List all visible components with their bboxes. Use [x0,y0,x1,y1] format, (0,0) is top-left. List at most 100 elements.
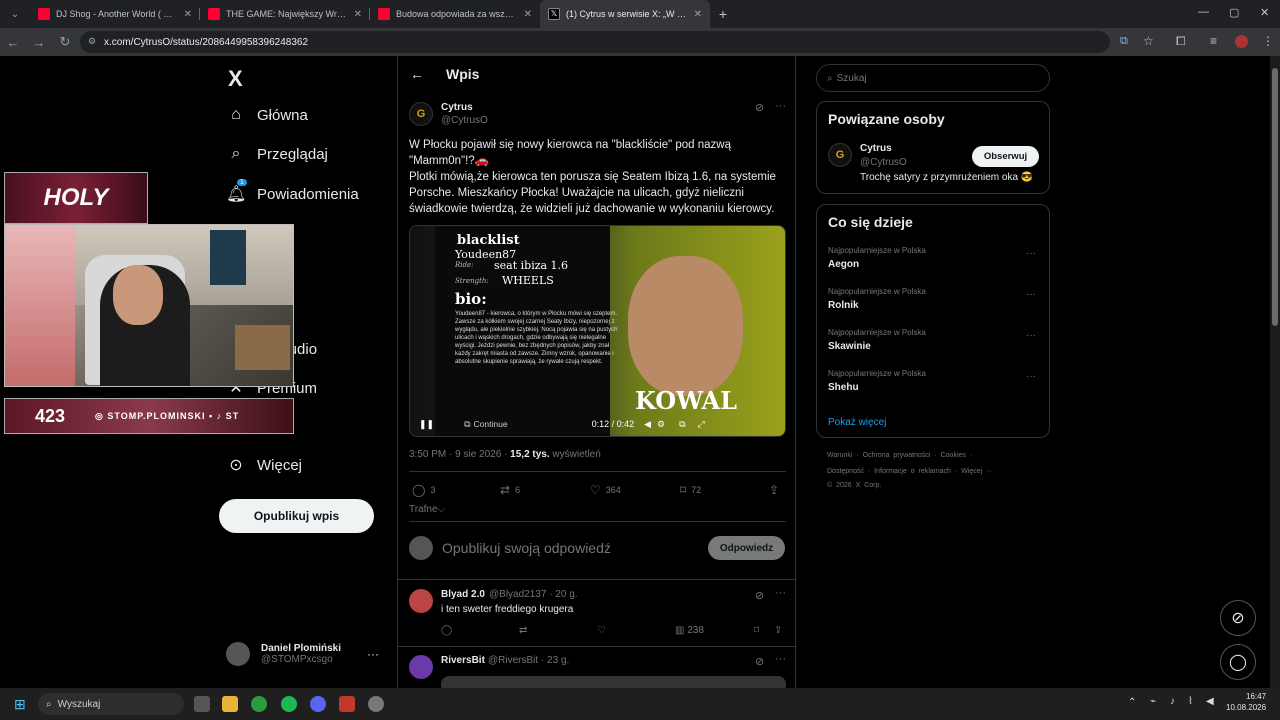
task-view-icon[interactable] [194,696,210,712]
grok-icon[interactable]: ⊘ [755,101,764,114]
trend-item[interactable]: Shehu [828,382,859,393]
reply-author[interactable]: Blyad 2.0 [441,589,485,600]
avatar[interactable]: G [409,102,433,126]
reply-input[interactable]: Opublikuj swoją odpowiedź [442,540,611,556]
translate-icon[interactable]: ⧉ [1120,35,1128,48]
more-icon[interactable]: ··· [1026,248,1036,259]
reply-action[interactable]: ◯ 3 [412,483,435,497]
like-action[interactable]: ♡ 364 [590,483,621,497]
nav-notifications[interactable]: 🔔︎ 1 Powiadomienia [226,179,359,204]
minimize-icon[interactable]: — [1198,6,1209,18]
fullscreen-icon[interactable]: ⤢ [698,419,705,430]
forward-icon[interactable]: → [26,35,52,50]
nav-explore[interactable]: ⌕ Przeglądaj [226,145,328,163]
pause-icon[interactable]: ❚❚ [419,419,434,430]
close-icon[interactable]: ✕ [694,9,702,20]
browser-tab-2[interactable]: THE GAME: Największy Wrogowie... ✕ [200,0,370,28]
heart-icon[interactable]: ♡ [597,625,606,636]
bookmark-star-icon[interactable]: ☆ [1143,34,1154,48]
file-explorer-icon[interactable] [222,696,238,712]
windows-start-icon[interactable]: ⊞ [14,696,26,713]
clock[interactable]: 16:47 10.08.2026 [1226,691,1266,713]
repost-icon[interactable]: ⇄ [519,625,527,636]
scrollbar[interactable] [1270,56,1280,688]
chrome-icon[interactable] [251,696,267,712]
tweet-time[interactable]: 3:50 PM · 9 sie 2026 · [409,449,510,460]
extensions-icon[interactable]: ⧠ [1176,34,1186,49]
follow-button[interactable]: Obserwuj [972,146,1039,167]
show-more-link[interactable]: Pokaż więcej [828,417,886,428]
repost-action[interactable]: ⇄ 6 [500,483,520,497]
reply-handle[interactable]: @Blyad2137 · 20 g. [489,589,578,600]
volume-icon[interactable]: ◀ [644,419,651,430]
close-icon[interactable]: ✕ [354,9,362,20]
window-close-icon[interactable]: ✕ [1260,6,1269,19]
views-action[interactable]: ▥ 238 [675,625,704,636]
more-icon[interactable]: ··· [1026,289,1036,300]
messages-fab-icon[interactable]: ◯ [1220,644,1256,680]
related-name[interactable]: Cytrus [860,143,892,154]
account-switcher[interactable]: Daniel Plomiński @STOMPxcsgo ··· [226,642,379,666]
close-icon[interactable]: ✕ [184,9,192,20]
site-info-icon[interactable]: ⚙ [88,36,96,47]
tab-search-icon[interactable]: ⌄ [0,9,30,20]
volume-icon[interactable]: ◀ [1206,696,1214,707]
browser-tab-4[interactable]: 𝕏 (1) Cytrus w serwisie X: „W P... ✕ [540,0,710,28]
avatar[interactable] [409,589,433,613]
more-icon[interactable]: ··· [775,587,786,599]
address-bar[interactable]: ⚙ x.com/CytrusO/status/20864499583962483… [80,31,1110,53]
avatar[interactable]: G [828,143,852,167]
nav-home[interactable]: ⌂ Główna [226,106,308,124]
network-icon[interactable]: ⌁ [1150,696,1156,707]
back-icon[interactable]: ← [0,35,26,50]
tweet-handle[interactable]: @CytrusO [441,115,488,126]
settings-icon[interactable]: ⚙ [657,419,665,430]
reply-media[interactable] [441,676,786,688]
app-icon[interactable] [339,696,355,712]
tweet-video[interactable]: blacklist Youdeen87 Ride: seat ibiza 1.6… [409,225,786,437]
browser-tab-3[interactable]: Budowa odpowiada za wszystko... ✕ [370,0,540,28]
new-tab-button[interactable]: + [710,6,736,22]
more-icon[interactable]: ··· [1026,330,1036,341]
more-icon[interactable]: ··· [775,653,786,665]
more-icon[interactable]: ··· [1026,371,1036,382]
bookmark-icon[interactable]: ⌑ [754,625,759,636]
more-icon[interactable]: ··· [367,647,379,661]
footer-links[interactable]: Dostępność · Informacje o reklamach · Wi… [827,468,993,475]
nav-more[interactable]: ⊙ Więcej [226,455,302,475]
close-icon[interactable]: ✕ [524,9,532,20]
reply-handle[interactable]: @RiversBit · 23 g. [488,655,569,666]
wifi-icon[interactable]: ⌇ [1188,696,1193,707]
reply-author[interactable]: RiversBit [441,655,485,666]
x-logo[interactable]: X [228,66,243,92]
post-button[interactable]: Opublikuj wpis [219,499,374,533]
menu-icon[interactable]: ⋮ [1262,34,1274,48]
grok-fab-icon[interactable]: ⊘ [1220,600,1256,636]
spotify-icon[interactable] [281,696,297,712]
related-handle[interactable]: @CytrusO [860,157,907,168]
discord-icon[interactable] [310,696,326,712]
more-icon[interactable]: ··· [775,100,786,112]
mic-icon[interactable]: ♪ [1170,696,1175,707]
grok-icon[interactable]: ⊘ [755,655,764,668]
pip-icon[interactable]: ⧉ [679,419,685,430]
grok-icon[interactable]: ⊘ [755,589,764,602]
back-arrow-icon[interactable]: ← [410,66,424,82]
continue-button[interactable]: Continue [474,419,508,429]
search-input[interactable]: ⌕ Szukaj [816,64,1050,92]
reload-icon[interactable]: ↻ [52,34,78,50]
tweet-author[interactable]: Cytrus [441,102,473,113]
browser-tab-1[interactable]: DJ Shog - Another World ( Polo... ✕ [30,0,200,28]
bookmark-action[interactable]: ⌑ 72 [680,483,701,497]
continue-icon[interactable]: ⧉ [464,419,470,430]
profile-icon[interactable] [1235,35,1248,48]
footer-links[interactable]: Warunki · Ochrona prywatności · Cookies … [827,452,972,459]
share-icon[interactable]: ⇪ [774,625,782,636]
trend-item[interactable]: Skawinie [828,341,871,352]
app-icon[interactable] [368,696,384,712]
reply-button[interactable]: Odpowiedz [708,536,785,560]
reading-list-icon[interactable]: ≡ [1210,34,1217,48]
maximize-icon[interactable]: ▢ [1229,6,1239,19]
trend-item[interactable]: Aegon [828,259,859,270]
share-action[interactable]: ⇪ [769,483,784,497]
